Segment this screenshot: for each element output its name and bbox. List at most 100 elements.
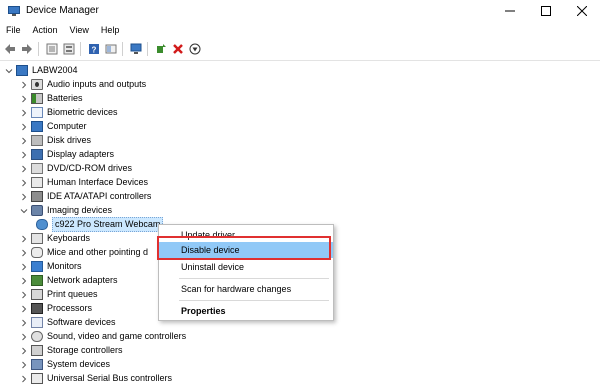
tree-item-ide[interactable]: IDE ATA/ATAPI controllers: [20, 190, 151, 203]
minimize-button[interactable]: [492, 0, 528, 21]
tree-item-label: Human Interface Devices: [47, 177, 149, 187]
monitor-icon: [31, 261, 43, 272]
chevron-right-icon[interactable]: [20, 291, 28, 299]
back-arrow-icon: [5, 44, 15, 54]
chevron-right-icon[interactable]: [20, 249, 28, 257]
chevron-right-icon[interactable]: [20, 263, 28, 271]
menu-view[interactable]: View: [64, 22, 95, 38]
properties-icon: [63, 43, 75, 55]
ide-controller-icon: [31, 191, 43, 202]
printer-icon: [31, 289, 43, 300]
forward-button[interactable]: [20, 42, 34, 56]
tree-item-label: Sound, video and game controllers: [47, 331, 187, 341]
tree-item-disk-drives[interactable]: Disk drives: [20, 134, 91, 147]
tree-item-display-adapters[interactable]: Display adapters: [20, 148, 114, 161]
tree-item-processors[interactable]: Processors: [20, 302, 92, 315]
tree-item-imaging[interactable]: Imaging devices: [20, 204, 112, 217]
tree-item-print-queues[interactable]: Print queues: [20, 288, 98, 301]
tree-item-mice[interactable]: Mice and other pointing d: [20, 246, 148, 259]
window-controls: [492, 0, 600, 21]
chevron-down-icon[interactable]: [5, 67, 13, 75]
menu-bar: File Action View Help: [0, 22, 600, 38]
tree-item-label: Universal Serial Bus controllers: [47, 373, 173, 383]
tree-item-network[interactable]: Network adapters: [20, 274, 118, 287]
chevron-right-icon[interactable]: [20, 193, 28, 201]
chevron-right-icon[interactable]: [20, 95, 28, 103]
camera-icon: [31, 205, 43, 216]
menu-uninstall-device[interactable]: Uninstall device: [159, 259, 333, 275]
tree-item-storage[interactable]: Storage controllers: [20, 344, 123, 357]
chevron-right-icon[interactable]: [20, 109, 28, 117]
highlight-box: [157, 236, 331, 260]
chevron-right-icon[interactable]: [20, 319, 28, 327]
tree-item-biometric[interactable]: Biometric devices: [20, 106, 118, 119]
software-device-icon: [31, 317, 43, 328]
tree-item-sound[interactable]: Sound, video and game controllers: [20, 330, 186, 343]
tree-item-label: Imaging devices: [47, 205, 113, 215]
fingerprint-icon: [31, 107, 43, 118]
tree-item-keyboards[interactable]: Keyboards: [20, 232, 90, 245]
tree-item-software-devices[interactable]: Software devices: [20, 316, 116, 329]
mouse-icon: [31, 247, 43, 258]
chevron-right-icon[interactable]: [20, 305, 28, 313]
tree-item-label: Audio inputs and outputs: [47, 79, 147, 89]
tree-item-label: Display adapters: [47, 149, 115, 159]
network-adapter-icon: [31, 275, 43, 286]
tree-item-monitors[interactable]: Monitors: [20, 260, 82, 273]
properties-button[interactable]: [62, 42, 76, 56]
update-driver-button[interactable]: [154, 42, 168, 56]
disk-drive-icon: [31, 135, 43, 146]
uninstall-button[interactable]: [171, 42, 185, 56]
tree-item-system[interactable]: System devices: [20, 358, 110, 371]
chevron-right-icon[interactable]: [20, 361, 28, 369]
back-button[interactable]: [3, 42, 17, 56]
update-driver-icon: [157, 44, 166, 53]
tree-root[interactable]: LABW2004: [5, 64, 78, 77]
menu-properties[interactable]: Properties: [159, 303, 333, 319]
forward-arrow-icon: [22, 44, 32, 54]
chevron-right-icon[interactable]: [20, 333, 28, 341]
chevron-down-icon[interactable]: [20, 207, 28, 215]
chevron-right-icon[interactable]: [20, 277, 28, 285]
tree-item-hid[interactable]: Human Interface Devices: [20, 176, 148, 189]
chevron-right-icon[interactable]: [20, 179, 28, 187]
tree-item-computer[interactable]: Computer: [20, 120, 87, 133]
close-button[interactable]: [564, 0, 600, 21]
menu-action[interactable]: Action: [27, 22, 64, 38]
toolbar: ?: [0, 39, 600, 59]
speaker-icon: [31, 79, 43, 90]
menu-scan-hardware[interactable]: Scan for hardware changes: [159, 281, 333, 297]
scan-button[interactable]: [129, 42, 143, 56]
hid-icon: [31, 177, 43, 188]
chevron-right-icon[interactable]: [20, 81, 28, 89]
tree-item-audio[interactable]: Audio inputs and outputs: [20, 78, 146, 91]
chevron-right-icon[interactable]: [20, 347, 28, 355]
disable-device-button[interactable]: [188, 42, 202, 56]
device-manager-window: Device Manager File Action View Help ? L…: [0, 0, 600, 392]
tree-item-batteries[interactable]: Batteries: [20, 92, 83, 105]
chevron-right-icon[interactable]: [20, 235, 28, 243]
tree-item-usb[interactable]: Universal Serial Bus controllers: [20, 372, 172, 385]
tree-item-label: c922 Pro Stream Webcam: [52, 217, 164, 232]
help-icon: ?: [89, 44, 99, 55]
menu-file[interactable]: File: [0, 22, 27, 38]
tree-view-button[interactable]: [45, 42, 59, 56]
tree-item-dvd[interactable]: DVD/CD-ROM drives: [20, 162, 132, 175]
help-button[interactable]: ?: [87, 42, 101, 56]
menu-help[interactable]: Help: [95, 22, 126, 38]
chevron-right-icon[interactable]: [20, 151, 28, 159]
chevron-right-icon[interactable]: [20, 375, 28, 383]
tree-item-label: Disk drives: [47, 135, 92, 145]
tree-item-webcam[interactable]: c922 Pro Stream Webcam: [36, 217, 164, 232]
chevron-right-icon[interactable]: [20, 123, 28, 131]
chevron-right-icon[interactable]: [20, 137, 28, 145]
chevron-right-icon[interactable]: [20, 165, 28, 173]
dvd-drive-icon: [31, 163, 43, 174]
system-device-icon: [31, 359, 43, 370]
tree-item-label: Biometric devices: [47, 107, 118, 117]
maximize-button[interactable]: [528, 0, 564, 21]
maximize-icon: [541, 5, 551, 16]
view-button[interactable]: [104, 42, 118, 56]
processor-icon: [31, 303, 43, 314]
device-manager-icon: [8, 5, 20, 16]
